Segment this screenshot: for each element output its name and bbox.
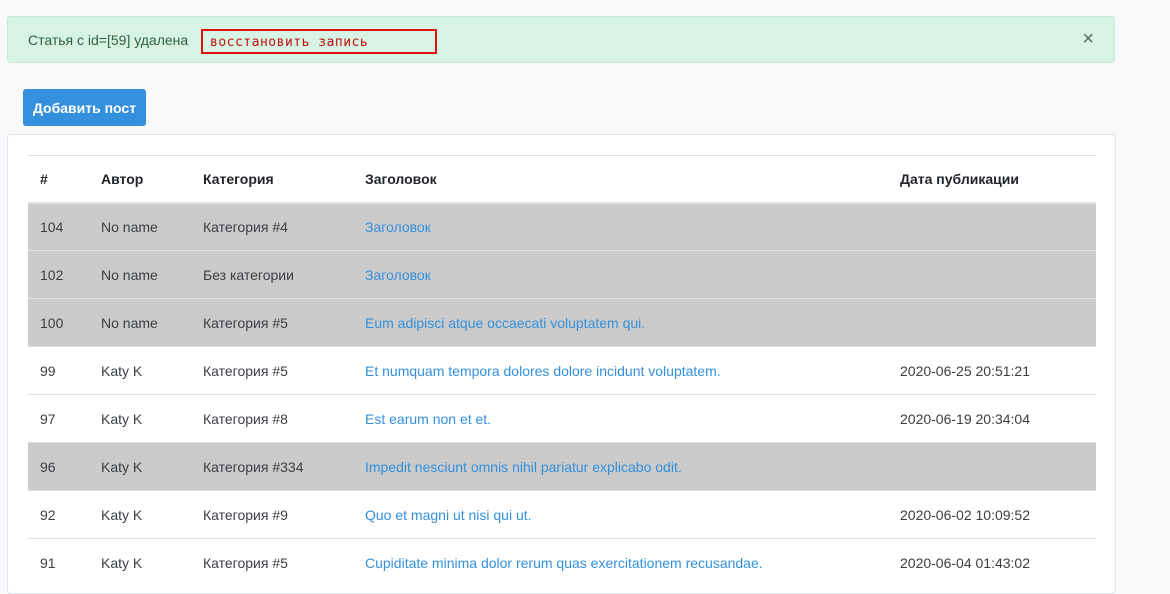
cell-id: 92 — [28, 490, 89, 539]
post-title-link[interactable]: Заголовок — [365, 219, 431, 235]
cell-title: Заголовок — [353, 250, 888, 299]
cell-author: Katy K — [89, 538, 191, 587]
cell-author: Katy K — [89, 394, 191, 443]
cell-category: Категория #334 — [191, 442, 353, 491]
table-row: 100 No name Категория #5 Eum adipisci atque… — [28, 298, 1096, 347]
cell-id: 97 — [28, 394, 89, 443]
table-row: 97 Katy K Категория #8 Est earum non et et.… — [28, 394, 1096, 443]
cell-date: 2020-06-19 20:34:04 — [888, 394, 1096, 443]
cell-category: Категория #5 — [191, 298, 353, 347]
cell-date — [888, 298, 1096, 347]
post-title-link[interactable]: Eum adipisci atque occaecati voluptatem … — [365, 315, 645, 331]
cell-id: 102 — [28, 250, 89, 299]
cell-title: Заголовок — [353, 202, 888, 251]
cell-id: 100 — [28, 298, 89, 347]
table-row: 102 No name Без категории Заголовок — [28, 250, 1096, 299]
post-title-link[interactable]: Impedit nesciunt omnis nihil pariatur ex… — [365, 459, 682, 475]
column-header-title: Заголовок — [353, 155, 888, 204]
cell-id: 99 — [28, 346, 89, 395]
alert-message: Статья с id=[59] удалена — [28, 32, 189, 48]
cell-date — [888, 250, 1096, 299]
cell-author: Katy K — [89, 490, 191, 539]
cell-author: Katy K — [89, 346, 191, 395]
table-row: 104 No name Категория #4 Заголовок — [28, 202, 1096, 251]
cell-author: No name — [89, 250, 191, 299]
posts-table: # Автор Категория Заголовок Дата публика… — [28, 155, 1096, 587]
post-title-link[interactable]: Et numquam tempora dolores dolore incidu… — [365, 363, 721, 379]
cell-category: Категория #5 — [191, 346, 353, 395]
success-alert: Статья с id=[59] удалена восстановить за… — [7, 16, 1115, 63]
cell-category: Категория #4 — [191, 202, 353, 251]
cell-id: 91 — [28, 538, 89, 587]
cell-id: 96 — [28, 442, 89, 491]
cell-author: No name — [89, 298, 191, 347]
column-header-category: Категория — [191, 155, 353, 204]
cell-title: Cupiditate minima dolor rerum quas exerc… — [353, 538, 888, 587]
cell-date: 2020-06-25 20:51:21 — [888, 346, 1096, 395]
cell-date — [888, 202, 1096, 251]
cell-title: Et numquam tempora dolores dolore incidu… — [353, 346, 888, 395]
cell-title: Quo et magni ut nisi qui ut. — [353, 490, 888, 539]
column-header-author: Автор — [89, 155, 191, 204]
cell-date: 2020-06-02 10:09:52 — [888, 490, 1096, 539]
post-title-link[interactable]: Est earum non et et. — [365, 411, 491, 427]
close-icon[interactable]: × — [1082, 28, 1094, 50]
column-header-date: Дата публикации — [888, 155, 1096, 204]
add-post-button[interactable]: Добавить пост — [23, 89, 146, 126]
cell-category: Категория #5 — [191, 538, 353, 587]
table-row: 96 Katy K Категория #334 Impedit nesciunt o… — [28, 442, 1096, 491]
posts-card: # Автор Категория Заголовок Дата публика… — [7, 134, 1116, 594]
cell-title: Impedit nesciunt omnis nihil pariatur ex… — [353, 442, 888, 491]
table-row: 92 Katy K Категория #9 Quo et magni ut nisi… — [28, 490, 1096, 539]
post-title-link[interactable]: Cupiditate minima dolor rerum quas exerc… — [365, 555, 763, 571]
cell-author: Katy K — [89, 442, 191, 491]
post-title-link[interactable]: Quo et magni ut nisi qui ut. — [365, 507, 532, 523]
restore-highlight: восстановить запись — [201, 29, 437, 54]
cell-author: No name — [89, 202, 191, 251]
cell-id: 104 — [28, 202, 89, 251]
table-header-row: # Автор Категория Заголовок Дата публика… — [28, 155, 1096, 204]
cell-category: Категория #9 — [191, 490, 353, 539]
table-row: 99 Katy K Категория #5 Et numquam tempora d… — [28, 346, 1096, 395]
restore-link[interactable]: восстановить запись — [210, 35, 368, 50]
post-title-link[interactable]: Заголовок — [365, 267, 431, 283]
cell-title: Est earum non et et. — [353, 394, 888, 443]
cell-title: Eum adipisci atque occaecati voluptatem … — [353, 298, 888, 347]
cell-category: Без категории — [191, 250, 353, 299]
cell-date — [888, 442, 1096, 491]
cell-category: Категория #8 — [191, 394, 353, 443]
cell-date: 2020-06-04 01:43:02 — [888, 538, 1096, 587]
table-row: 91 Katy K Категория #5 Cupiditate minima do… — [28, 538, 1096, 587]
column-header-id: # — [28, 155, 89, 204]
